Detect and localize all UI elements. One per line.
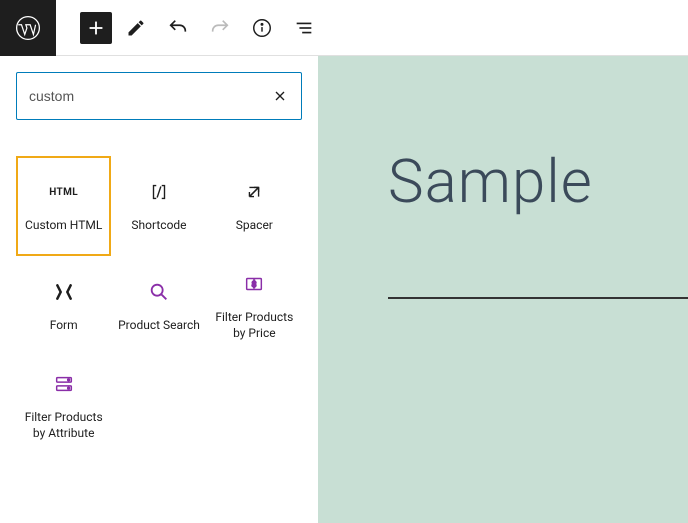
block-label: Filter Products by Price (211, 310, 298, 341)
block-inserter-panel: HTML Custom HTML Shortcode (0, 56, 318, 523)
edit-mode-icon[interactable] (118, 10, 154, 46)
form-icon (54, 278, 74, 306)
outline-icon[interactable] (286, 10, 322, 46)
block-form[interactable]: Form (16, 256, 111, 356)
block-custom-html[interactable]: HTML Custom HTML (16, 156, 111, 256)
page-title[interactable]: Sample (388, 146, 688, 217)
block-label: Form (50, 318, 78, 334)
info-icon[interactable] (244, 10, 280, 46)
redo-icon (202, 10, 238, 46)
undo-icon[interactable] (160, 10, 196, 46)
block-label: Filter Products by Attribute (20, 410, 107, 441)
add-block-button[interactable] (80, 12, 112, 44)
shortcode-icon (148, 178, 170, 206)
attribute-icon (53, 370, 75, 398)
block-search-input[interactable] (16, 72, 302, 120)
block-results-grid: HTML Custom HTML Shortcode (16, 156, 302, 456)
search-icon (148, 278, 170, 306)
wordpress-logo[interactable] (0, 0, 56, 56)
html-icon: HTML (49, 178, 78, 206)
svg-text:$: $ (252, 279, 257, 290)
block-label: Product Search (118, 318, 200, 334)
search-wrap (16, 72, 302, 120)
block-label: Spacer (236, 218, 273, 234)
block-label: Shortcode (131, 218, 186, 234)
editor-canvas[interactable]: Sample (318, 56, 688, 523)
block-spacer[interactable]: Spacer (207, 156, 302, 256)
separator-block[interactable] (388, 297, 688, 299)
spacer-icon (243, 178, 265, 206)
block-product-search[interactable]: Product Search (111, 256, 206, 356)
block-shortcode[interactable]: Shortcode (111, 156, 206, 256)
editor-toolbar (0, 0, 688, 56)
block-filter-attribute[interactable]: Filter Products by Attribute (16, 356, 111, 456)
block-filter-price[interactable]: $ Filter Products by Price (207, 256, 302, 356)
price-icon: $ (243, 270, 265, 298)
clear-search-icon[interactable] (266, 82, 294, 110)
block-label: Custom HTML (25, 218, 102, 234)
